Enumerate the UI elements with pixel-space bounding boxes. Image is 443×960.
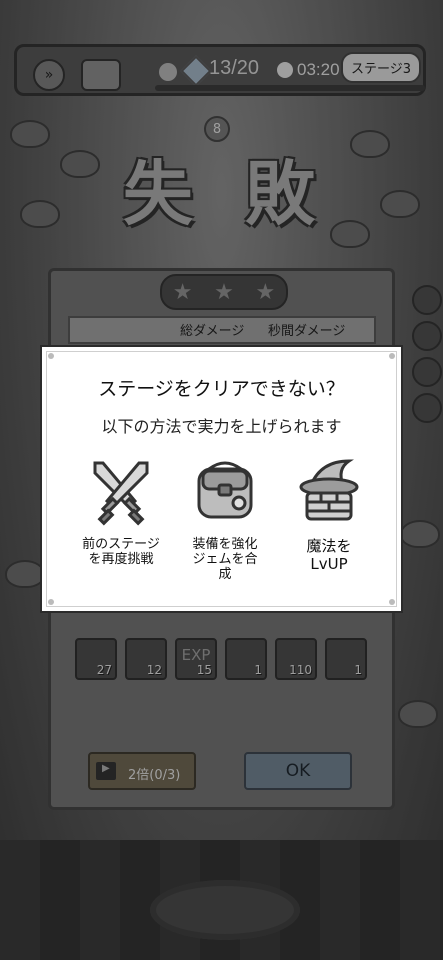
corner-rivet	[48, 599, 54, 605]
corner-rivet	[389, 599, 395, 605]
magic-option-label: 魔法を LvUP	[306, 537, 352, 573]
corner-rivet	[48, 353, 54, 359]
backpack-icon	[189, 455, 261, 527]
retry-previous-stage-option[interactable]: 前のステージ を再度挑戦	[66, 455, 176, 567]
corner-rivet	[389, 353, 395, 359]
enhance-equipment-option[interactable]: 装備を強化 ジェムを合 成	[170, 455, 280, 582]
enhance-option-label: 装備を強化 ジェムを合 成	[192, 537, 258, 582]
tips-dialog: ステージをクリアできない？ 以下の方法で実力を上げられます 前のステージ を再度…	[40, 345, 403, 613]
dialog-subtitle: 以下の方法で実力を上げられます	[101, 417, 342, 436]
dialog-title: ステージをクリアできない？	[98, 378, 345, 400]
crossed-swords-icon	[85, 455, 157, 527]
upgrade-magic-option[interactable]: 魔法を LvUP	[274, 455, 384, 573]
wizard-hat-icon	[293, 455, 365, 527]
retry-option-label: 前のステージ を再度挑戦	[82, 537, 160, 567]
